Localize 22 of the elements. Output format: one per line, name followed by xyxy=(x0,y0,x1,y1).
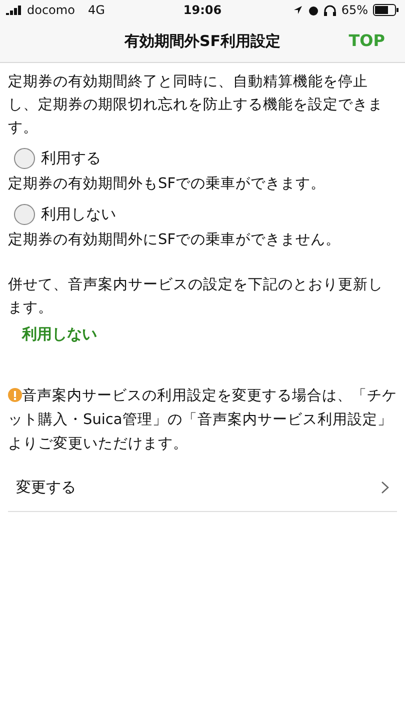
location-icon xyxy=(293,5,304,15)
change-row[interactable]: 変更する xyxy=(8,464,397,512)
warning-text: 音声案内サービスの利用設定を変更する場合は、「チケット購入・Suica管理」の「音声案内サービス利用設定」よりご変更いただけます。 xyxy=(8,386,397,454)
option-description: 定期券の有効期間外にSFでの乗車ができません。 xyxy=(8,230,342,250)
signal-icon xyxy=(6,5,22,15)
option-description: 定期券の有効期間外もSFでの乗車ができます。 xyxy=(8,174,327,194)
carrier: docomo xyxy=(27,3,75,17)
option-label[interactable]: 利用する xyxy=(41,149,101,168)
voice-setting-value: 利用しない xyxy=(22,325,98,344)
voice-notice: 併せて、音声案内サービスの設定を下記のとおり更新します。 xyxy=(8,276,384,318)
page-title: 有効期間外SF利用設定 xyxy=(124,32,281,50)
radio-button[interactable] xyxy=(14,148,35,169)
option-label[interactable]: 利用しない xyxy=(41,205,116,224)
warning-icon xyxy=(8,388,22,402)
clock: 19:06 xyxy=(183,3,222,17)
chevron-icon xyxy=(381,481,389,494)
radio-button[interactable] xyxy=(14,204,35,225)
battery-percent: 65% xyxy=(341,3,368,17)
intro-text: 定期券の有効期間終了と同時に、自動精算機能を停止し、定期券の期限切れ忘れを防止する機能を設定できます。 xyxy=(8,72,384,138)
headphones-icon xyxy=(324,4,336,16)
battery-icon xyxy=(373,4,400,16)
network-type: 4G xyxy=(88,3,105,17)
